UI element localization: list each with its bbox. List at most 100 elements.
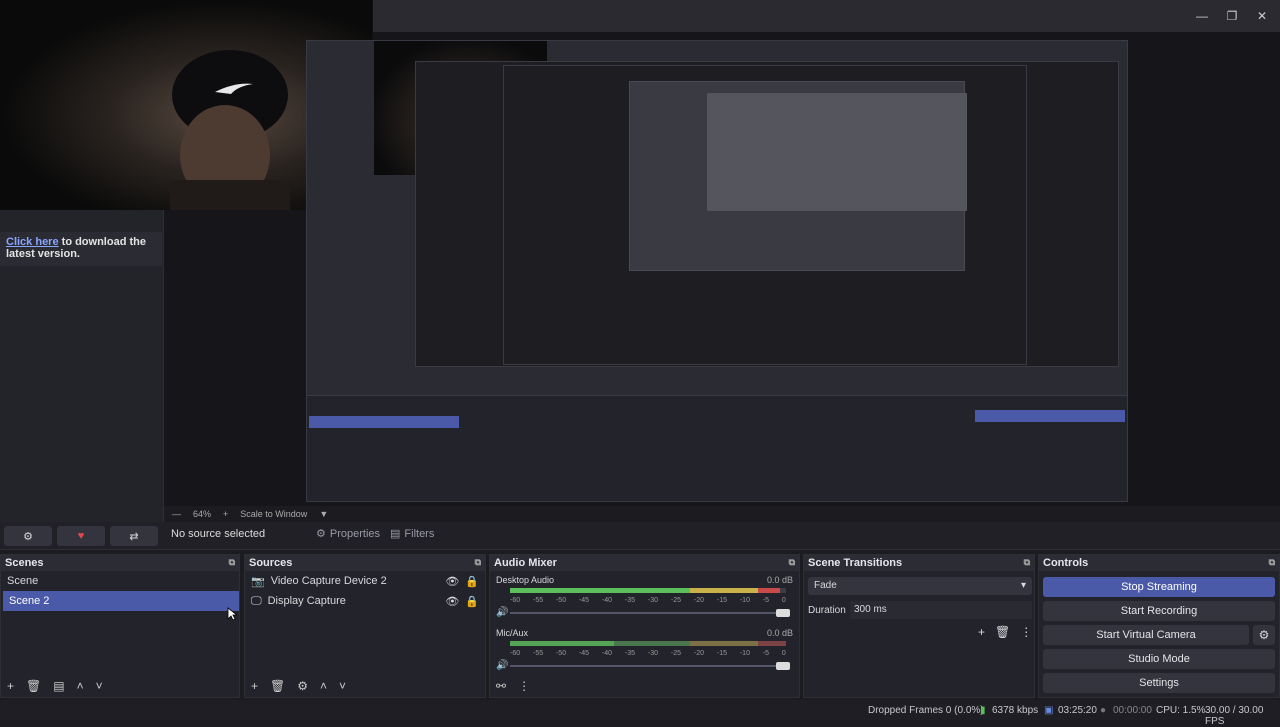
eye-icon[interactable]: 👁 [445, 595, 459, 608]
gear-icon: ⚙ [316, 528, 326, 540]
record-time: 00:00:00 [1113, 705, 1152, 716]
properties-button[interactable]: ⚙ Properties [316, 527, 381, 541]
update-notification: Click here to download the latest versio… [0, 232, 162, 266]
duration-input[interactable]: 300 ms [850, 601, 1032, 619]
eye-icon[interactable]: 👁 [445, 575, 459, 588]
popout-icon[interactable]: ⧉ [1024, 557, 1030, 569]
audio-mixer-header: Audio Mixer ⧉ [490, 555, 799, 571]
cpu-usage: CPU: 1.5% [1156, 705, 1206, 716]
share-icon: ⇄ [129, 530, 139, 543]
duration-value: 300 ms [854, 604, 887, 615]
chevron-down-icon: ▾ [1020, 580, 1026, 591]
heart-button[interactable]: ♥ [57, 526, 105, 546]
close-icon[interactable]: ✕ [1246, 0, 1278, 32]
volume-slider[interactable] [510, 662, 790, 670]
scenes-header: Scenes ⧉ [1, 555, 239, 571]
scene-item[interactable]: Scene [1, 571, 239, 591]
stop-streaming-button[interactable]: Stop Streaming [1043, 577, 1275, 597]
controls-header: Controls ⧉ [1039, 555, 1279, 571]
zoom-out-icon[interactable]: — [172, 509, 181, 519]
context-bar: ⚙ ♥ ⇄ No source selected ⚙ Properties ▤ Fi… [0, 522, 1280, 550]
duration-label: Duration [808, 605, 846, 616]
meter-ticks: -60 -55 -50 -45 -40 -35 -30 -25 -20 -15 -10 -5 0 [510, 650, 786, 657]
filter-icon[interactable]: ▤ [53, 679, 64, 693]
volume-slider[interactable] [510, 609, 790, 617]
lock-icon[interactable]: 🔒 [465, 595, 479, 608]
add-icon[interactable]: + [7, 679, 14, 693]
source-item[interactable]: 📷 Video Capture Device 2 👁 🔒 [245, 571, 485, 591]
stream-icon: ▣ [1044, 705, 1054, 716]
gear-button[interactable]: ⚙ [4, 526, 52, 546]
speaker-icon[interactable]: 🔊 [496, 660, 508, 671]
add-icon[interactable]: + [978, 625, 985, 639]
channel-db: 0.0 dB [766, 628, 793, 638]
gear-icon[interactable]: ⚙ [297, 679, 308, 693]
filter-icon: ▤ [390, 528, 401, 540]
no-source-label: No source selected [171, 528, 266, 540]
zoom-in-icon[interactable]: + [223, 509, 228, 519]
bitrate: 6378 kbps [992, 705, 1039, 716]
update-link[interactable]: Click here [6, 236, 59, 248]
dropped-frames: Dropped Frames 0 (0.0%) [868, 705, 984, 716]
trash-icon[interactable]: 🗑 [26, 679, 41, 693]
fps: 30.00 / 30.00 FPS [1205, 705, 1264, 727]
volume-meter [510, 588, 786, 593]
speaker-icon[interactable]: 🔊 [496, 607, 508, 618]
popout-icon[interactable]: ⧉ [1269, 557, 1275, 569]
source-label: Video Capture Device 2 [270, 575, 387, 587]
studio-mode-button[interactable]: Studio Mode [1043, 649, 1275, 669]
minimize-icon[interactable]: — [1186, 0, 1218, 32]
scenes-dock: Scenes ⧉ Scene Scene 2 + 🗑 ▤ ˄ ˅ [0, 554, 240, 698]
monitor-icon: 🖵 [251, 594, 262, 607]
preview-canvas[interactable] [306, 40, 1128, 502]
channel-name: Mic/Aux [496, 628, 529, 638]
scale-mode[interactable]: Scale to Window [240, 509, 307, 519]
channel-db: 0.0 dB [766, 575, 793, 585]
nested-docks [307, 395, 1127, 501]
nested-scene-selected [309, 416, 459, 428]
trash-icon[interactable]: 🗑 [995, 625, 1010, 639]
start-recording-button[interactable]: Start Recording [1043, 601, 1275, 621]
gear-icon: ⚙ [23, 530, 33, 543]
filters-button[interactable]: ▤ Filters [390, 527, 435, 541]
mixer-footer: ⚯ ⋮ [496, 679, 530, 693]
scene-item-selected[interactable]: Scene 2 [3, 591, 239, 611]
chevron-down-icon[interactable]: ▼ [319, 509, 328, 519]
more-icon[interactable]: ⋮ [1020, 625, 1032, 639]
transition-select[interactable]: Fade ▾ [808, 577, 1032, 595]
source-item[interactable]: 🖵 Display Capture 👁 🔒 [245, 591, 485, 611]
filters-label: Filters [404, 527, 435, 540]
channel-name: Desktop Audio [496, 575, 555, 585]
camera-icon: 📷 [251, 575, 265, 588]
chevron-up-icon[interactable]: ˄ [77, 679, 84, 693]
transitions-dock: Scene Transitions ⧉ Fade ▾ Duration 300 ms… [803, 554, 1035, 698]
preview-toolbar: — 64% + Scale to Window ▼ [164, 506, 1280, 522]
maximize-icon[interactable]: ❐ [1216, 0, 1248, 32]
popout-icon[interactable]: ⧉ [229, 557, 235, 569]
controls-title: Controls [1043, 557, 1089, 569]
share-button[interactable]: ⇄ [110, 526, 158, 546]
start-virtual-camera-button[interactable]: Start Virtual Camera [1043, 625, 1249, 645]
chevron-down-icon[interactable]: ˅ [96, 679, 103, 693]
chevron-down-icon[interactable]: ˅ [339, 679, 346, 693]
popout-icon[interactable]: ⧉ [789, 557, 795, 569]
gear-icon: ⚙ [1258, 628, 1270, 642]
add-icon[interactable]: + [251, 679, 258, 693]
scenes-title: Scenes [5, 557, 44, 569]
trash-icon[interactable]: 🗑 [270, 679, 285, 693]
chevron-up-icon[interactable]: ˄ [320, 679, 327, 693]
sources-footer: + 🗑 ⚙ ˄ ˅ [251, 679, 346, 693]
transition-value: Fade [814, 580, 837, 591]
properties-label: Properties [329, 527, 381, 540]
meter-ticks: -60 -55 -50 -45 -40 -35 -30 -25 -20 -15 -10 -5 0 [510, 597, 786, 604]
more-icon[interactable]: ⋮ [518, 679, 530, 693]
settings-button[interactable]: Settings [1043, 673, 1275, 693]
virtual-camera-settings-button[interactable]: ⚙ [1253, 625, 1275, 645]
popout-icon[interactable]: ⧉ [475, 557, 481, 569]
lock-icon[interactable]: 🔒 [465, 575, 479, 588]
sources-title: Sources [249, 557, 293, 569]
nested-preview-4 [707, 93, 967, 211]
link-icon[interactable]: ⚯ [496, 679, 506, 693]
mouse-cursor-icon [227, 607, 237, 621]
audio-mixer-dock: Audio Mixer ⧉ Desktop Audio 0.0 dB -60 -55… [489, 554, 800, 698]
